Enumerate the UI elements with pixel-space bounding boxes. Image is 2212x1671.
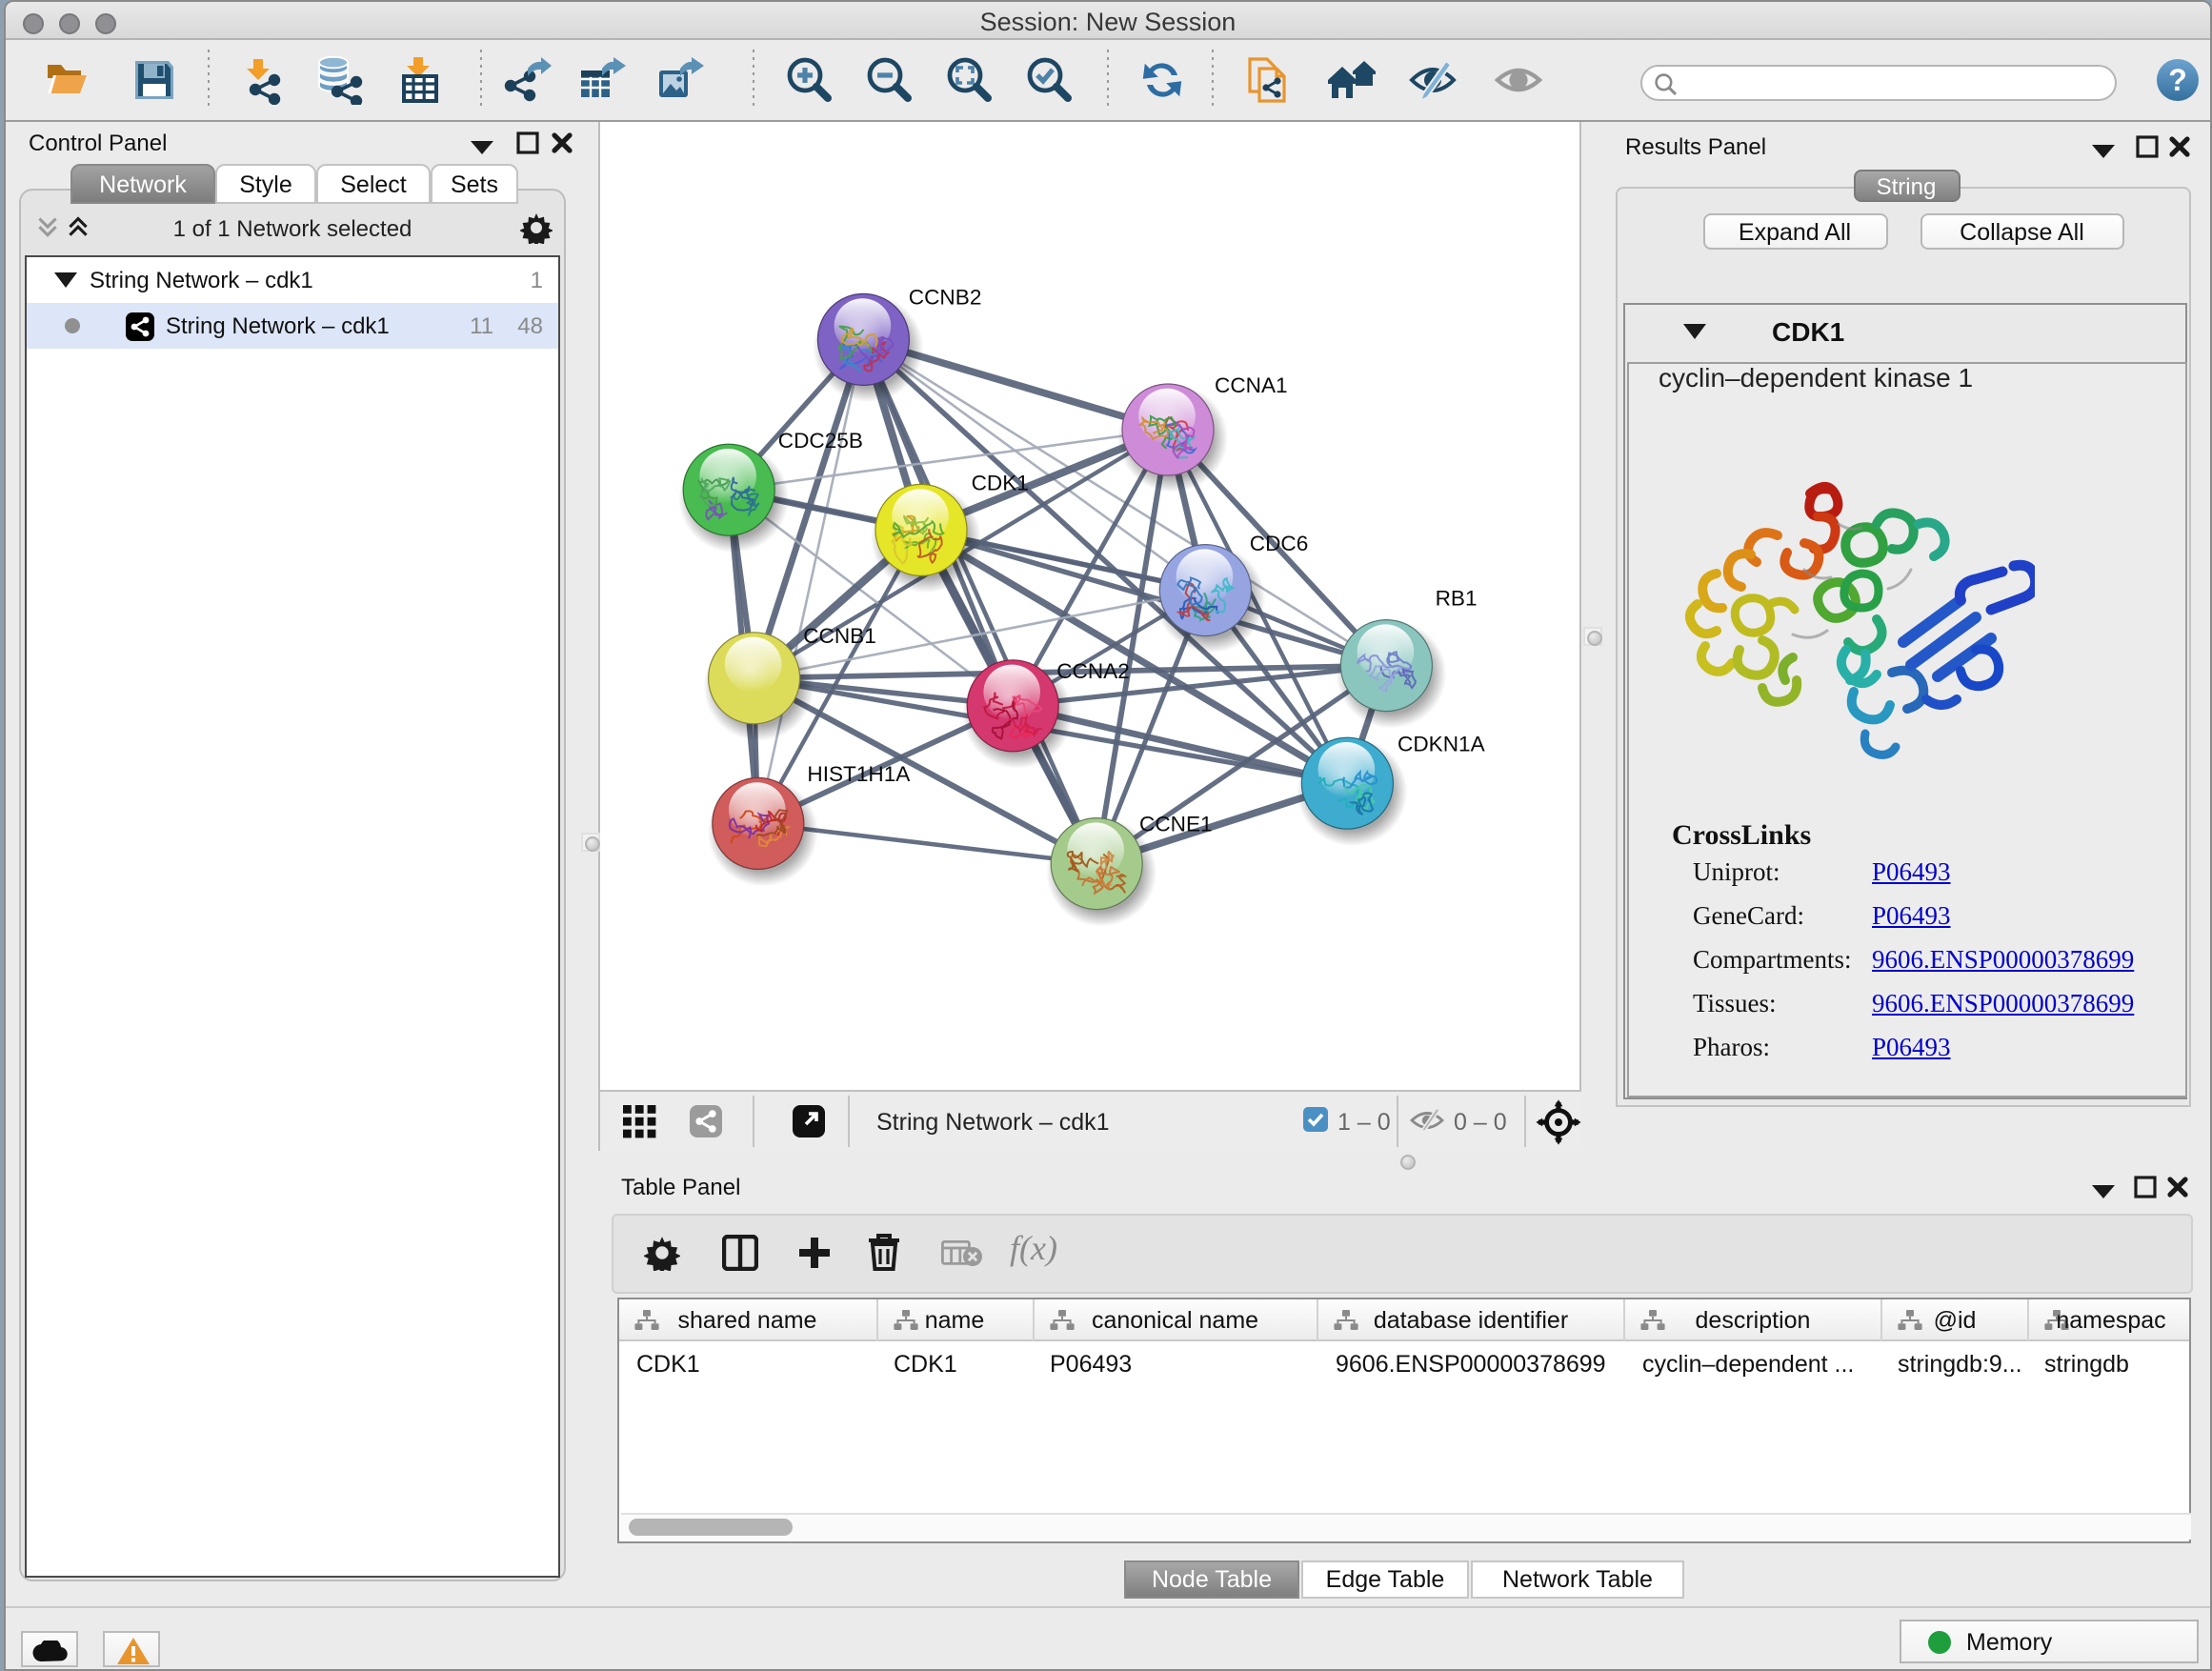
svg-text:HIST1H1A: HIST1H1A [807,762,911,786]
svg-text:CDC6: CDC6 [1250,532,1309,555]
svg-text:CCNA2: CCNA2 [1056,659,1130,683]
svg-text:CDC25B: CDC25B [778,429,863,453]
svg-text:CCNB1: CCNB1 [803,624,876,648]
svg-text:CDK1: CDK1 [972,472,1029,495]
svg-text:CCNA1: CCNA1 [1215,373,1288,397]
svg-text:CDKN1A: CDKN1A [1398,732,1486,755]
svg-text:CCNE1: CCNE1 [1139,813,1213,836]
svg-text:RB1: RB1 [1436,587,1478,611]
svg-text:CCNB2: CCNB2 [909,286,982,310]
svg-text:?: ? [2168,63,2187,97]
